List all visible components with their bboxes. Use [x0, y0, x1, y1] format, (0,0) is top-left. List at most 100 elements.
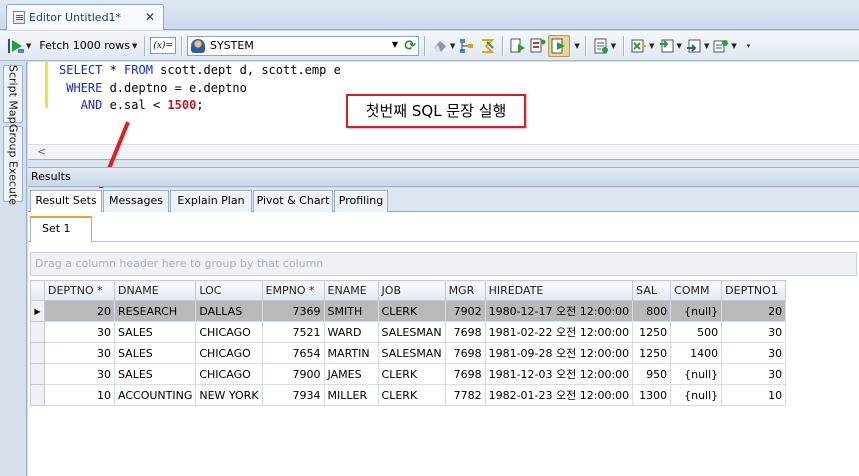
tab-explain-plan[interactable]: Explain Plan	[170, 190, 252, 212]
close-tab-icon[interactable]: ✕	[145, 10, 155, 24]
row-indicator[interactable]	[30, 342, 45, 364]
table-cell[interactable]: 20	[721, 300, 787, 322]
table-cell[interactable]: 7654	[261, 342, 325, 364]
table-cell[interactable]: {null}	[670, 384, 723, 406]
column-header[interactable]: HIREDATE	[484, 280, 634, 301]
script-map-tab[interactable]: Script Map	[3, 65, 23, 123]
table-cell[interactable]: 30	[44, 363, 115, 385]
table-row[interactable]: 30 SALES CHICAGO 7900 JAMES CLERK 7698 1981-12-…	[30, 363, 787, 385]
table-row[interactable]: 10 ACCOUNTING NEW YORK 7934 MILLER CLERK 7782 1…	[30, 384, 787, 406]
export-button[interactable]: ▼	[629, 35, 656, 57]
table-cell[interactable]: 1980-12-17 오전 12:00:00	[484, 300, 634, 322]
table-cell[interactable]: 7934	[261, 384, 325, 406]
table-cell[interactable]: 7782	[444, 384, 486, 406]
table-cell[interactable]: RESEARCH	[113, 300, 197, 322]
table-cell[interactable]: 30	[44, 342, 115, 364]
table-cell[interactable]: 7698	[444, 342, 486, 364]
table-cell[interactable]: SALES	[113, 363, 197, 385]
execute-script-button[interactable]	[548, 34, 571, 57]
table-row[interactable]: 30 SALES CHICAGO 7521 WARD SALESMAN 7698 1981-0…	[30, 321, 787, 343]
group-execute-tab[interactable]: Group Execute	[3, 124, 23, 205]
table-cell[interactable]: {null}	[670, 363, 723, 385]
table-cell[interactable]: 1400	[670, 342, 723, 364]
sql-code[interactable]: SELECT * FROM scott.dept d, scott.emp e …	[59, 62, 341, 115]
table-cell[interactable]: NEW YORK	[195, 384, 263, 406]
table-cell[interactable]: 1981-09-28 오전 12:00:00	[484, 342, 634, 364]
row-indicator[interactable]: ▶	[30, 300, 45, 322]
format-button[interactable]	[477, 35, 497, 57]
column-header[interactable]: JOB	[377, 280, 446, 301]
table-cell[interactable]: 7369	[261, 300, 325, 322]
table-cell[interactable]: MILLER	[323, 384, 379, 406]
table-cell[interactable]: SALESMAN	[377, 321, 446, 343]
table-cell[interactable]: CHICAGO	[195, 342, 263, 364]
table-cell[interactable]: CLERK	[377, 300, 446, 322]
table-cell[interactable]: 30	[721, 363, 787, 385]
sql-line[interactable]: WHERE d.deptno = e.deptno	[59, 80, 341, 98]
explain-plan-button[interactable]	[457, 35, 477, 57]
column-header[interactable]: DNAME	[113, 280, 197, 301]
row-indicator[interactable]	[30, 363, 45, 385]
table-cell[interactable]: CHICAGO	[195, 363, 263, 385]
transaction-button[interactable]: ▼	[591, 35, 618, 57]
table-row[interactable]: 30 SALES CHICAGO 7654 MARTIN SALESMAN 7698 1981…	[30, 342, 787, 364]
column-header[interactable]: ENAME	[323, 280, 379, 301]
table-cell[interactable]: 30	[44, 321, 115, 343]
group-by-drop-area[interactable]: Drag a column header here to group by th…	[30, 252, 857, 276]
table-cell[interactable]: 7698	[444, 363, 486, 385]
tab-result-sets[interactable]: Result Sets	[30, 190, 102, 213]
table-cell[interactable]: DALLAS	[195, 300, 263, 322]
table-cell[interactable]: 950	[632, 363, 672, 385]
tab-messages[interactable]: Messages	[103, 190, 169, 212]
chevron-down-icon[interactable]: ▼	[574, 42, 579, 50]
chevron-down-icon[interactable]: ▼	[392, 40, 398, 49]
row-indicator[interactable]	[30, 321, 45, 343]
column-header[interactable]: DEPTNO1	[721, 280, 787, 301]
scroll-left-icon[interactable]: <	[37, 145, 46, 158]
editor-horizontal-scrollbar[interactable]: <	[28, 144, 859, 160]
table-cell[interactable]: {null}	[670, 300, 723, 322]
table-cell[interactable]: WARD	[323, 321, 379, 343]
row-indicator[interactable]	[30, 384, 45, 406]
table-cell[interactable]: 7902	[444, 300, 486, 322]
table-cell[interactable]: 1981-02-22 오전 12:00:00	[484, 321, 634, 343]
table-cell[interactable]: 10	[44, 384, 115, 406]
table-cell[interactable]: 7900	[261, 363, 325, 385]
column-header[interactable]: EMPNO *	[261, 280, 325, 301]
bind-variables-button[interactable]: (x)=	[150, 37, 176, 54]
panel-splitter[interactable]	[28, 160, 859, 167]
column-header[interactable]: COMM	[670, 280, 723, 301]
send-button[interactable]: ▼	[684, 35, 711, 57]
table-cell[interactable]: 1982-01-23 오전 12:00:00	[484, 384, 634, 406]
table-cell[interactable]: JAMES	[323, 363, 379, 385]
toolbar-overflow-icon[interactable]: ▾	[747, 42, 751, 50]
table-cell[interactable]: 800	[632, 300, 672, 322]
table-cell[interactable]: 1250	[632, 342, 672, 364]
fetch-rows-dropdown[interactable]: Fetch 1000 rows ▼	[33, 35, 139, 57]
table-cell[interactable]: 7521	[261, 321, 325, 343]
table-cell[interactable]: 30	[721, 321, 787, 343]
table-cell[interactable]: 7698	[444, 321, 486, 343]
refresh-icon[interactable]: ⟳	[404, 38, 416, 54]
tab-pivot-chart[interactable]: Pivot & Chart	[253, 190, 333, 212]
options-button[interactable]: ▼	[711, 35, 738, 57]
table-cell[interactable]: 10	[721, 384, 787, 406]
import-button[interactable]: ▼	[657, 35, 684, 57]
result-set-tab[interactable]: Set 1	[30, 216, 92, 242]
table-cell[interactable]: SMITH	[323, 300, 379, 322]
table-cell[interactable]: 30	[721, 342, 787, 364]
table-cell[interactable]: 1981-12-03 오전 12:00:00	[484, 363, 634, 385]
table-cell[interactable]: MARTIN	[323, 342, 379, 364]
run-button[interactable]: ▼	[6, 35, 33, 57]
table-cell[interactable]: 500	[670, 321, 723, 343]
table-cell[interactable]: ACCOUNTING	[113, 384, 197, 406]
table-cell[interactable]: SALES	[113, 321, 197, 343]
sql-line[interactable]: SELECT * FROM scott.dept d, scott.emp e	[59, 62, 341, 80]
table-cell[interactable]: CLERK	[377, 363, 446, 385]
table-cell[interactable]: SALES	[113, 342, 197, 364]
column-header[interactable]: SAL	[632, 280, 672, 301]
table-cell[interactable]: CHICAGO	[195, 321, 263, 343]
column-header[interactable]: DEPTNO *	[44, 280, 115, 301]
erase-button[interactable]: ▼	[430, 35, 457, 57]
connection-selector[interactable]: SYSTEM ▼ ⟳	[186, 35, 419, 56]
